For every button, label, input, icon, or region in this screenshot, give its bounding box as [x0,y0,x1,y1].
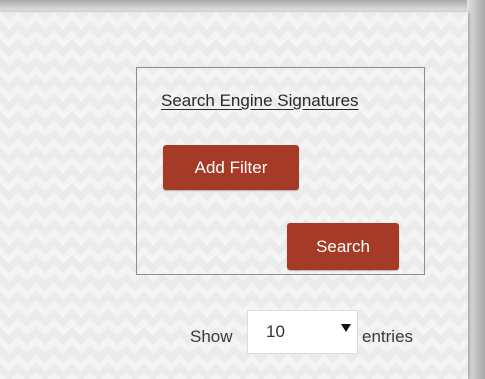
entries-per-page-select[interactable]: 10 [247,310,358,354]
right-edge-shadow [467,0,485,379]
entries-label: entries [362,327,414,346]
entries-per-page-value: 10 [266,322,285,341]
dropdown-arrow-icon [341,324,351,332]
show-label: Show [190,327,233,346]
search-button[interactable]: Search [287,223,399,270]
search-engine-signatures-link[interactable]: Search Engine Signatures [161,91,401,111]
add-filter-button[interactable]: Add Filter [163,145,299,190]
